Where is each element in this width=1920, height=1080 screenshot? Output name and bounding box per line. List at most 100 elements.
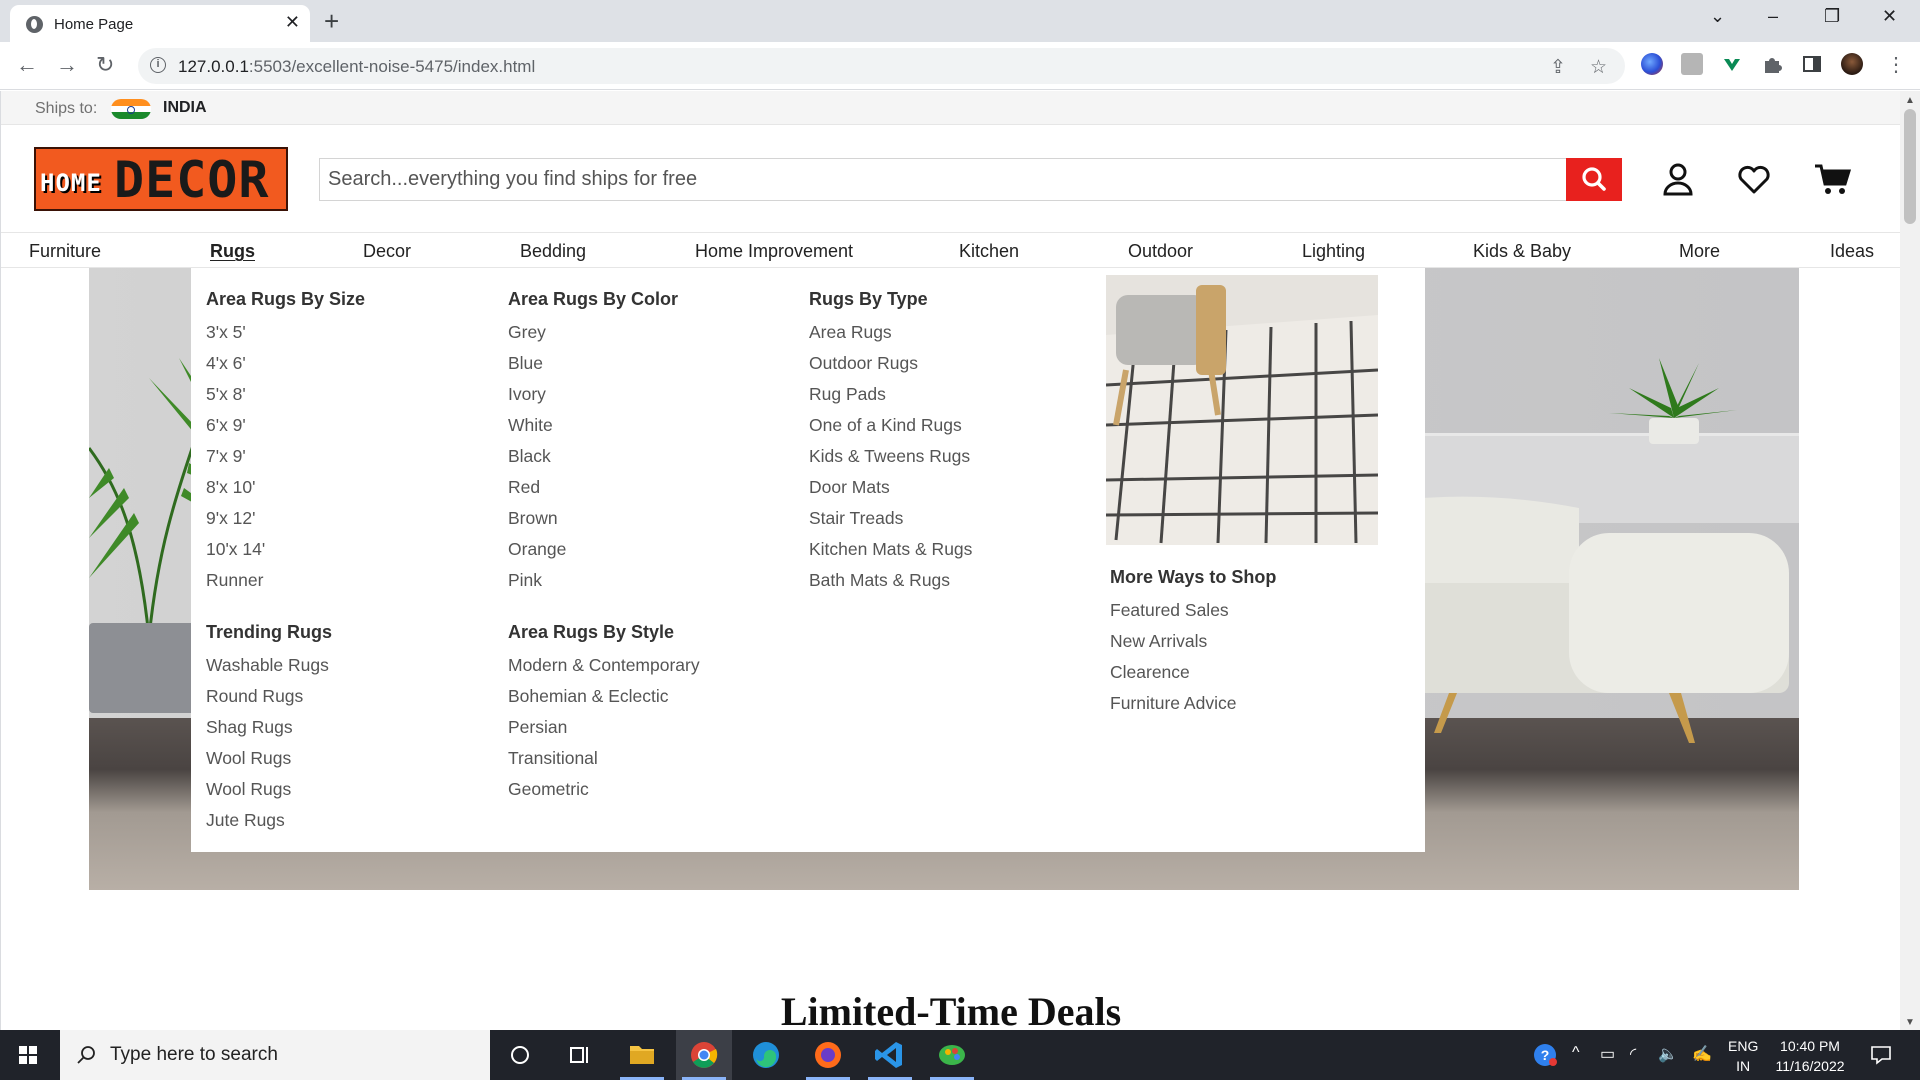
menu-link[interactable]: 10'x 14' (206, 540, 365, 571)
menu-heading[interactable]: Area Rugs By Style (508, 623, 700, 656)
back-icon[interactable]: ← (16, 52, 38, 78)
scrollbar-thumb[interactable] (1904, 109, 1916, 224)
menu-link[interactable]: Bath Mats & Rugs (809, 571, 972, 602)
nav-bedding[interactable]: Bedding (520, 241, 586, 262)
menu-link[interactable]: 3'x 5' (206, 323, 365, 354)
search-input[interactable] (320, 159, 1566, 200)
file-explorer-icon[interactable] (614, 1030, 670, 1080)
pen-icon[interactable]: ✍ (1692, 1044, 1712, 1064)
chrome-icon[interactable] (676, 1030, 732, 1080)
menu-heading[interactable]: More Ways to Shop (1110, 568, 1276, 601)
profile-avatar[interactable] (1841, 53, 1863, 75)
menu-link[interactable]: Kids & Tweens Rugs (809, 447, 972, 478)
menu-link[interactable]: Blue (508, 354, 678, 385)
cortana-icon[interactable] (492, 1030, 548, 1080)
menu-link[interactable]: Washable Rugs (206, 656, 332, 687)
menu-link[interactable]: One of a Kind Rugs (809, 416, 972, 447)
menu-link[interactable]: Round Rugs (206, 687, 332, 718)
menu-heading[interactable]: Rugs By Type (809, 290, 972, 323)
tab-search-icon[interactable]: ⌄ (1710, 6, 1725, 27)
menu-link[interactable]: New Arrivals (1110, 632, 1276, 663)
minimize-button[interactable]: – (1768, 6, 1778, 27)
menu-link[interactable]: Area Rugs (809, 323, 972, 354)
reload-icon[interactable]: ↻ (96, 52, 114, 78)
firefox-icon[interactable] (800, 1030, 856, 1080)
forward-icon[interactable]: → (56, 52, 78, 78)
input-language-indicator[interactable]: ENG IN (1728, 1036, 1758, 1076)
menu-link[interactable]: Outdoor Rugs (809, 354, 972, 385)
menu-link[interactable]: 9'x 12' (206, 509, 365, 540)
menu-link[interactable]: Brown (508, 509, 678, 540)
menu-link[interactable]: Geometric (508, 780, 700, 811)
nav-lighting[interactable]: Lighting (1302, 241, 1365, 262)
paint-app-icon[interactable] (924, 1030, 980, 1080)
cart-icon[interactable] (1811, 158, 1853, 200)
extension-icon[interactable] (1641, 53, 1663, 75)
wifi-icon[interactable]: ◜ (1630, 1044, 1636, 1064)
menu-link[interactable]: Clearence (1110, 663, 1276, 694)
task-view-icon[interactable] (552, 1030, 608, 1080)
close-window-button[interactable]: ✕ (1882, 6, 1897, 27)
nav-furniture[interactable]: Furniture (29, 241, 101, 262)
menu-link[interactable]: Red (508, 478, 678, 509)
nav-kids-baby[interactable]: Kids & Baby (1473, 241, 1571, 262)
menu-link[interactable]: Black (508, 447, 678, 478)
taskbar-search-box[interactable]: Type here to search (60, 1030, 490, 1080)
ships-to-country[interactable]: INDIA (163, 99, 207, 117)
menu-link[interactable]: Modern & Contemporary (508, 656, 700, 687)
bookmark-star-icon[interactable]: ☆ (1590, 56, 1607, 79)
menu-link[interactable]: Persian (508, 718, 700, 749)
wishlist-heart-icon[interactable] (1733, 158, 1775, 200)
search-button[interactable] (1566, 158, 1622, 201)
menu-link[interactable]: Jute Rugs (206, 811, 332, 842)
browser-menu-icon[interactable]: ⋮ (1886, 52, 1906, 77)
menu-link[interactable]: Grey (508, 323, 678, 354)
menu-link[interactable]: Bohemian & Eclectic (508, 687, 700, 718)
menu-link[interactable]: Ivory (508, 385, 678, 416)
menu-heading[interactable]: Area Rugs By Size (206, 290, 365, 323)
menu-link[interactable]: Featured Sales (1110, 601, 1276, 632)
nav-kitchen[interactable]: Kitchen (959, 241, 1019, 262)
menu-link[interactable]: Runner (206, 571, 365, 602)
scroll-down-icon[interactable]: ▼ (1905, 1017, 1915, 1028)
menu-link[interactable]: Wool Rugs (206, 780, 332, 811)
menu-link[interactable]: 8'x 10' (206, 478, 365, 509)
nav-ideas[interactable]: Ideas (1830, 241, 1874, 262)
menu-link[interactable]: 6'x 9' (206, 416, 365, 447)
page-scrollbar[interactable]: ▲ ▼ (1900, 91, 1920, 1030)
menu-link[interactable]: Transitional (508, 749, 700, 780)
menu-link[interactable]: Furniture Advice (1110, 694, 1276, 725)
battery-icon[interactable]: ▭ (1600, 1044, 1615, 1064)
help-icon[interactable]: ? (1532, 1042, 1558, 1073)
nav-home-improvement[interactable]: Home Improvement (695, 241, 853, 262)
menu-link[interactable]: Orange (508, 540, 678, 571)
puzzle-extensions-icon[interactable] (1761, 53, 1783, 75)
menu-link[interactable]: Kitchen Mats & Rugs (809, 540, 972, 571)
menu-heading[interactable]: Trending Rugs (206, 623, 332, 656)
edge-icon[interactable] (738, 1030, 794, 1080)
share-icon[interactable]: ⇪ (1550, 56, 1566, 79)
restore-button[interactable]: ❐ (1824, 6, 1840, 27)
taskbar-clock[interactable]: 10:40 PM 11/16/2022 (1760, 1036, 1860, 1076)
new-tab-button[interactable]: + (324, 6, 339, 37)
site-logo[interactable]: HOME DECOR (34, 147, 288, 211)
extension-icon[interactable] (1721, 53, 1743, 75)
nav-more[interactable]: More (1679, 241, 1720, 262)
menu-link[interactable]: Shag Rugs (206, 718, 332, 749)
site-info-icon[interactable]: i (150, 57, 166, 73)
menu-link[interactable]: 7'x 9' (206, 447, 365, 478)
menu-link[interactable]: Wool Rugs (206, 749, 332, 780)
menu-link[interactable]: 5'x 8' (206, 385, 365, 416)
vscode-icon[interactable] (862, 1030, 918, 1080)
menu-link[interactable]: 4'x 6' (206, 354, 365, 385)
nav-outdoor[interactable]: Outdoor (1128, 241, 1193, 262)
menu-link[interactable]: Door Mats (809, 478, 972, 509)
account-icon[interactable] (1657, 158, 1699, 200)
nav-rugs[interactable]: Rugs (210, 241, 255, 262)
menu-link[interactable]: Rug Pads (809, 385, 972, 416)
start-button[interactable] (0, 1030, 56, 1080)
close-tab-icon[interactable]: ✕ (285, 12, 300, 33)
volume-icon[interactable]: 🔈 (1658, 1044, 1678, 1064)
menu-link[interactable]: Pink (508, 571, 678, 602)
menu-link[interactable]: White (508, 416, 678, 447)
